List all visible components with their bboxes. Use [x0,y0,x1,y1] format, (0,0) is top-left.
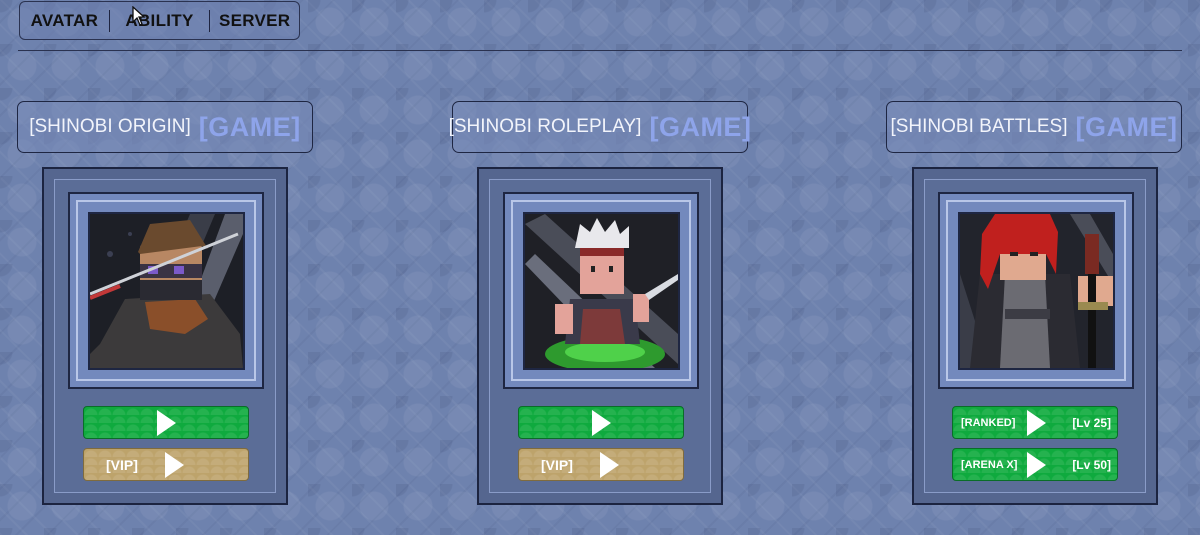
mouse-pointer-icon [132,5,146,31]
game-title-shinobi-battles: [SHINOBI BATTLES] [GAME] [886,101,1182,153]
vip-label: [VIP] [106,456,138,473]
portrait-frame [68,192,264,389]
game-card-shinobi-battles: [RANKED] [Lv 25] [ARENA X] [Lv 50] [912,167,1158,505]
character-portrait-shinobi-origin [88,212,245,370]
portrait-frame [503,192,699,389]
play-triangle-icon [599,451,619,478]
ranked-level-label: [Lv 25] [1072,415,1111,430]
game-card-shinobi-roleplay: [VIP] [477,167,723,505]
nav-tab-ability[interactable]: ABILITY [110,2,209,39]
top-nav: AVATAR ABILITY SERVER [19,1,300,40]
play-triangle-icon [156,409,176,436]
game-tag: [GAME] [198,111,301,142]
play-triangle-icon [164,451,184,478]
ranked-play-button[interactable]: [RANKED] [Lv 25] [952,406,1118,439]
character-portrait-shinobi-roleplay [523,212,680,370]
character-portrait-shinobi-battles [958,212,1115,370]
arena-label: [ARENA X] [961,458,1018,471]
game-title-shinobi-roleplay: [SHINOBI ROLEPLAY] [GAME] [448,101,752,153]
game-title-shinobi-origin: [SHINOBI ORIGIN] [GAME] [17,101,313,153]
header-divider [18,50,1182,51]
game-tag: [GAME] [649,111,752,142]
game-card-shinobi-origin: [VIP] [42,167,288,505]
game-name: [SHINOBI ROLEPLAY] [448,116,642,137]
game-name: [SHINOBI ORIGIN] [29,116,191,137]
vip-label: [VIP] [541,456,573,473]
play-button[interactable] [83,406,249,439]
vip-play-button[interactable]: [VIP] [518,448,684,481]
arena-level-label: [Lv 50] [1072,457,1111,472]
play-triangle-icon [1026,451,1046,478]
arena-play-button[interactable]: [ARENA X] [Lv 50] [952,448,1118,481]
game-tag: [GAME] [1075,111,1178,142]
nav-tab-server[interactable]: SERVER [210,2,299,39]
portrait-frame [938,192,1134,389]
play-button[interactable] [518,406,684,439]
game-name: [SHINOBI BATTLES] [890,116,1068,137]
ranked-label: [RANKED] [961,416,1016,429]
vip-play-button[interactable]: [VIP] [83,448,249,481]
play-triangle-icon [591,409,611,436]
play-triangle-icon [1026,409,1046,436]
nav-tab-avatar[interactable]: AVATAR [20,2,109,39]
